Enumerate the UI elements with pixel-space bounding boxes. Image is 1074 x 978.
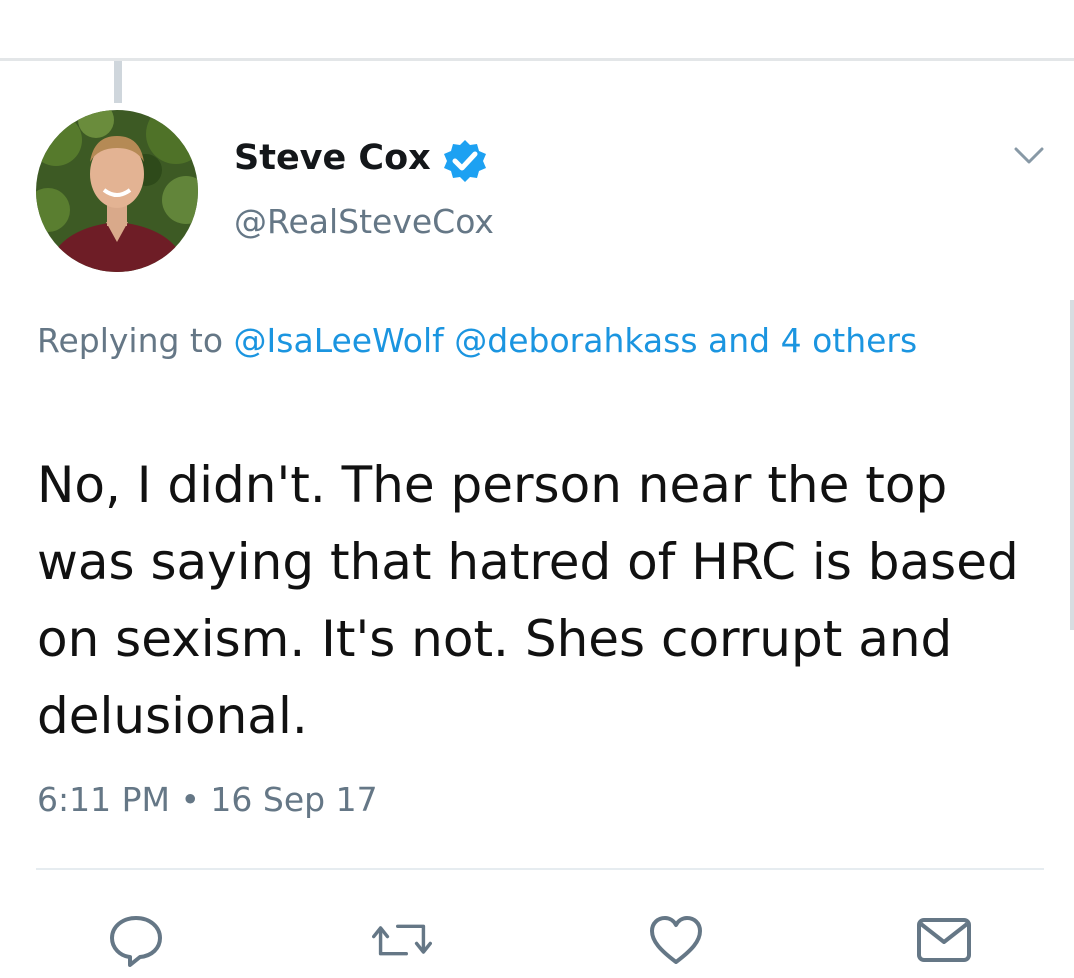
avatar[interactable]: [36, 110, 198, 272]
handle[interactable]: @RealSteveCox: [234, 202, 494, 241]
retweet-icon[interactable]: [372, 910, 432, 970]
reply-prefix: Replying to: [37, 321, 224, 360]
heart-icon[interactable]: [646, 910, 706, 970]
envelope-icon[interactable]: [914, 910, 974, 970]
verified-badge-icon: [444, 140, 486, 182]
thread-connector-line: [114, 61, 122, 103]
top-divider: [0, 58, 1074, 61]
display-name[interactable]: Steve Cox: [234, 138, 431, 178]
actions-divider: [36, 868, 1044, 870]
mention-link[interactable]: @IsaLeeWolf: [234, 321, 444, 360]
scrollbar[interactable]: [1070, 300, 1074, 630]
reply-context: Replying to @IsaLeeWolf @deborahkass and…: [37, 312, 997, 370]
chevron-down-icon[interactable]: [1012, 140, 1046, 170]
tweet-timestamp: 6:11 PM • 16 Sep 17: [37, 780, 378, 819]
speech-bubble-icon[interactable]: [106, 910, 166, 970]
tweet-text: No, I didn't. The person near the top wa…: [37, 456, 1019, 745]
others-link[interactable]: and 4 others: [708, 321, 917, 360]
mention-link[interactable]: @deborahkass: [454, 321, 697, 360]
